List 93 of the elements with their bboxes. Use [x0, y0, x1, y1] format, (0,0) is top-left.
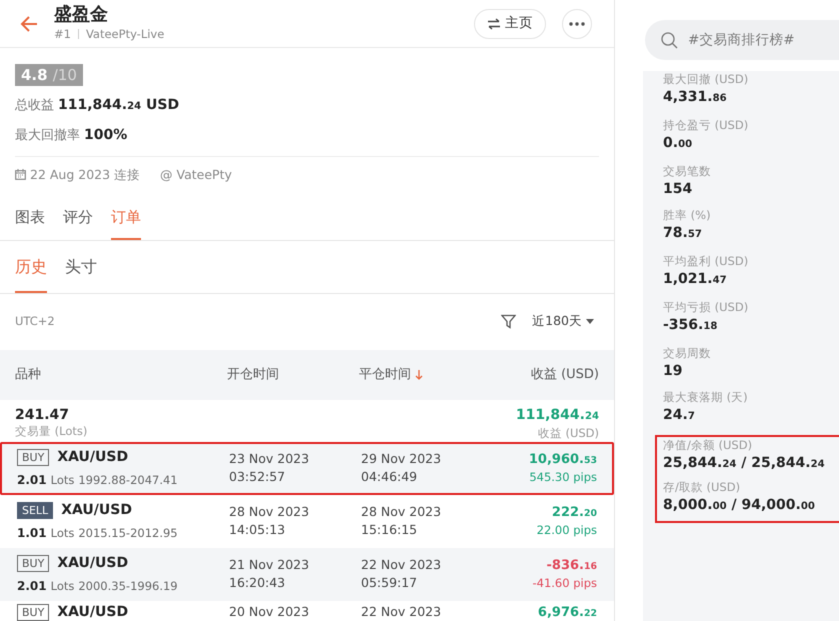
connection-date: 22 Aug 2023 连接 — [30, 166, 140, 184]
close-time: 15:16:15 — [361, 521, 418, 540]
stat-label: 净值/余额 (USD) — [663, 437, 754, 453]
swap-icon — [487, 18, 501, 30]
open-date: 23 Nov 2023 — [229, 450, 310, 468]
total-volume: 241.47 — [15, 406, 70, 424]
account-title: 盛盈金 — [54, 4, 109, 26]
rank-text: #1 — [54, 26, 71, 43]
stat-value: 8,000.00 / 94,000.00 — [663, 496, 816, 515]
filter-icon[interactable] — [501, 314, 516, 330]
pips-text: 545.30 pips — [528, 469, 597, 486]
stat-label: 最大回撤 (USD) — [663, 71, 750, 87]
stat-value: -356.18 — [663, 316, 718, 335]
close-time: 05:59:17 — [361, 574, 418, 592]
more-button[interactable] — [562, 8, 592, 38]
price-range: 2015.15-2012.95 — [78, 525, 178, 542]
symbol-text: XAU/USD — [57, 603, 128, 621]
tab[interactable]: 头寸 — [65, 254, 97, 293]
lots-unit: Lots — [50, 578, 74, 596]
stat-label: 持仓盈亏 (USD) — [663, 117, 750, 133]
search-field[interactable]: #交易商排行榜# — [686, 28, 826, 52]
lot-size: 2.01 — [17, 578, 47, 596]
stat-value: 25,844.24 / 25,844.24 — [663, 454, 826, 473]
stat-value: 19 — [663, 362, 684, 381]
rating-badge: 4.8 /10 — [15, 64, 83, 86]
symbol-text: XAU/USD — [57, 448, 128, 468]
metric-value: 100% — [84, 126, 128, 144]
calendar-icon — [15, 169, 26, 180]
side-badge: SELL — [17, 502, 54, 520]
pips-text: 22.00 pips — [536, 522, 597, 540]
tab[interactable]: 图表 — [15, 206, 45, 240]
sort-down-icon[interactable] — [415, 370, 423, 380]
side-badge: BUY — [17, 449, 50, 466]
metric-value: 111,844.24 USD — [58, 96, 180, 114]
open-time: 16:20:43 — [229, 574, 286, 592]
column-header: 品种 — [15, 367, 41, 382]
caret-icon — [586, 319, 594, 324]
trade-profit: 222.20 — [550, 504, 597, 522]
timezone-label: UTC+2 — [15, 313, 56, 330]
side-badge: BUY — [17, 604, 50, 621]
search-bar[interactable]: #交易商排行榜# — [645, 20, 839, 60]
lot-size: 2.01 — [17, 472, 47, 490]
trade-profit: 10,960.53 — [528, 450, 597, 469]
period-dropdown[interactable]: 近180天 — [532, 312, 594, 332]
stat-label: 存/取款 (USD) — [663, 479, 742, 495]
back-icon[interactable] — [20, 16, 38, 32]
open-date: 20 Nov 2023 — [229, 603, 310, 621]
more-icon — [569, 22, 585, 26]
stat-label: 交易笔数 — [663, 163, 712, 179]
trade-profit: 6,976.22 — [536, 604, 597, 621]
stat-value: 78.57 — [663, 224, 703, 243]
column-header[interactable]: 收益 (USD) — [530, 365, 599, 384]
total-profit: 111,844.24 — [516, 406, 599, 425]
symbol-text: XAU/USD — [57, 554, 128, 574]
metric-label: 总收益 — [15, 96, 54, 114]
symbol-text: XAU/USD — [61, 501, 132, 520]
open-date: 28 Nov 2023 — [229, 502, 310, 520]
open-time: 14:05:13 — [229, 521, 286, 540]
stat-value: 4,331.86 — [663, 88, 728, 107]
tab[interactable]: 评分 — [63, 206, 93, 240]
trade-profit: -836.16 — [546, 556, 597, 575]
stat-label: 平均亏损 (USD) — [663, 299, 750, 315]
price-range: 2000.35-1996.19 — [78, 578, 178, 596]
close-time: 04:46:49 — [361, 468, 418, 486]
stat-value: 1,021.47 — [663, 270, 728, 289]
lots-unit: Lots — [50, 472, 74, 490]
stat-value: 154 — [663, 180, 694, 199]
side-badge: BUY — [17, 555, 50, 572]
metric-label: 最大回撤率 — [15, 126, 80, 144]
price-range: 1992.88-2047.41 — [78, 472, 178, 490]
open-date: 21 Nov 2023 — [229, 556, 310, 574]
total-volume-label: 交易量 (Lots) — [15, 424, 88, 438]
account-name: VateePty-Live — [86, 26, 164, 43]
lot-size: 1.01 — [17, 525, 47, 542]
lots-unit: Lots — [50, 525, 74, 542]
total-profit-label: 收益 (USD) — [536, 426, 599, 440]
broker-name: @ VateePty — [160, 166, 232, 184]
open-time: 03:52:57 — [229, 468, 286, 486]
stat-label: 平均盈利 (USD) — [663, 253, 750, 269]
column-header[interactable]: 平仓时间 — [359, 365, 411, 384]
stat-value: 0.00 — [663, 134, 694, 153]
close-date: 22 Nov 2023 — [361, 556, 442, 574]
column-header: 开仓时间 — [227, 367, 279, 382]
home-button[interactable]: 主页 — [474, 8, 546, 38]
search-icon — [661, 32, 678, 48]
stat-label: 最大衰落期 (天) — [663, 389, 749, 405]
close-date: 28 Nov 2023 — [361, 502, 442, 520]
close-date: 29 Nov 2023 — [361, 450, 442, 468]
pips-text: -41.60 pips — [531, 575, 597, 592]
stat-label: 交易周数 — [663, 345, 712, 361]
close-date: 22 Nov 2023 — [361, 603, 442, 621]
stat-label: 胜率 (%) — [663, 207, 712, 223]
stat-value: 24.7 — [663, 406, 696, 425]
